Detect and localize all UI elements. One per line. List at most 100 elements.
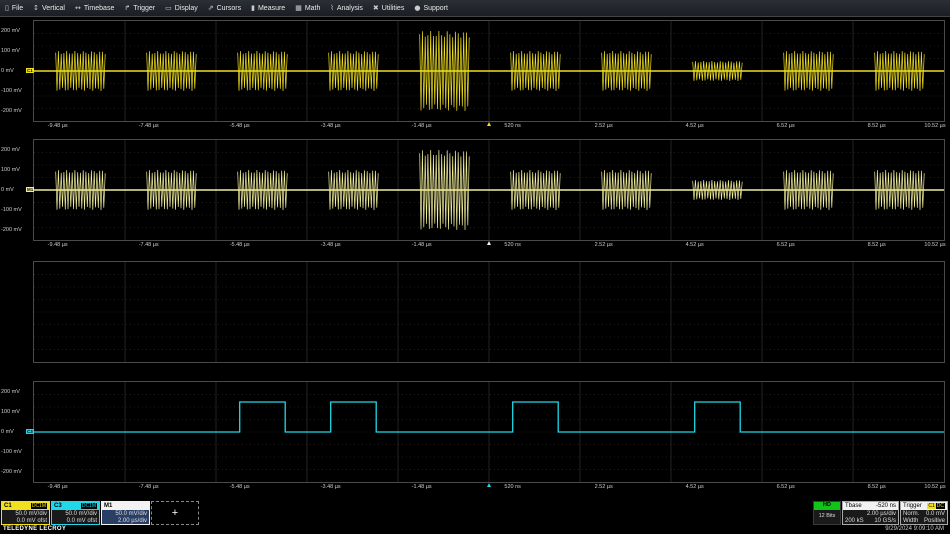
grid-empty[interactable] [33,261,945,363]
x-tick-label: 2.52 µs [594,484,613,490]
tbase-samples: 200 kS [845,517,864,524]
x-tick-label: -7.48 µs [138,242,159,248]
menu-analysis[interactable]: ⌇ Analysis [325,0,368,17]
y-tick-label: -200 mV [1,108,22,114]
menu-label: Vertical [42,4,65,12]
grid-c3[interactable] [33,381,945,483]
trigger-mode: Norm. [903,510,920,517]
menu-label: Analysis [336,4,363,12]
x-tick-label: 520 ns [504,484,521,490]
x-tick-label: -3.48 µs [320,123,341,129]
x-tick-label: 520 ns [504,123,521,129]
brand-logo-text: TELEDYNE LECROY [3,526,67,532]
c1-name: C1 [4,503,12,509]
trigger-level: 0.0 mV [925,510,945,517]
menu-label: Support [423,4,448,12]
c3-offset: 0.0 mV ofst [66,517,97,524]
menu-display[interactable]: ▭ Display [160,0,203,17]
trigger-label: Trigger [903,503,922,509]
menu-support[interactable]: ● Support [409,0,453,17]
x-tick-label: -5.48 µs [229,123,250,129]
x-tick-label: 8.52 µs [867,484,886,490]
y-tick-label: -200 mV [1,469,22,475]
descriptor-c3[interactable]: C3 DC1M 50.0 mV/div 0.0 mV ofst [51,501,100,525]
tbase-rate: 10 GS/s [874,517,896,524]
x-tick-label: -1.48 µs [411,242,432,248]
hd-bits: 12 Bits [818,513,836,519]
x-tick-label: -7.48 µs [138,484,159,490]
timebase-icon: ↔ [74,4,81,12]
menu-label: Timebase [83,4,115,12]
x-tick-label: 8.52 µs [867,123,886,129]
trigger-source: C1 [927,503,936,509]
y-tick-label: 100 mV [1,409,20,415]
x-tick-label: -1.48 µs [411,484,432,490]
x-tick-label: 10.52 µs [924,242,946,248]
trigger-position-marker[interactable] [486,241,491,245]
x-tick-label: -9.48 µs [47,123,68,129]
channel-ground-marker[interactable]: C1 [26,68,34,73]
x-tick-label: 2.52 µs [594,242,613,248]
x-tick-label: 4.52 µs [685,123,704,129]
c1-coupling: DC1M [30,503,47,509]
support-icon: ● [414,4,421,12]
descriptor-hd[interactable]: HD 12 Bits [813,501,841,525]
menu-vertical[interactable]: ↕ Vertical [28,0,70,17]
x-tick-label: 4.52 µs [685,484,704,490]
descriptor-trigger[interactable]: Trigger C1 DC Norm. 0.0 mV Width Positive [900,501,948,525]
x-tick-label: 6.52 µs [776,123,795,129]
x-tick-label: -9.48 µs [47,484,68,490]
x-tick-label: 10.52 µs [924,484,946,490]
y-tick-label: -100 mV [1,449,22,455]
math-icon: ▦ [295,4,302,12]
trigger-position-marker[interactable] [486,483,491,487]
menu-trigger[interactable]: ↱ Trigger [119,0,160,17]
m1-scale: 50.0 mV/div [115,510,147,517]
measure-icon: ▮ [251,4,255,12]
menu-label: Cursors [216,4,242,12]
y-tick-label: 0 mV [1,187,14,193]
descriptor-timebase[interactable]: Tbase -520 ns 2.00 µs/div 200 kS 10 GS/s [842,501,899,525]
menu-utilities[interactable]: ✖ Utilities [368,0,409,17]
trigger-position-marker[interactable] [486,122,491,126]
add-trace-label: + [171,507,179,519]
c1-offset: 0.0 mV ofst [16,517,47,524]
y-tick-label: 200 mV [1,147,20,153]
descriptor-m1[interactable]: M1 50.0 mV/div 2.00 µs/div [101,501,150,525]
c3-name: C3 [54,503,62,509]
grid-c1[interactable] [33,20,945,122]
x-tick-label: 6.52 µs [776,484,795,490]
menu-file[interactable]: ▯ File [0,0,28,17]
x-tick-label: -3.48 µs [320,484,341,490]
channel-ground-marker[interactable]: C3 [26,429,34,434]
add-trace-button[interactable]: + [151,501,199,525]
trigger-slope: Positive [923,517,945,524]
menu-label: Trigger [133,4,156,12]
vertical-icon: ↕ [33,4,40,12]
y-tick-label: -100 mV [1,88,22,94]
grid-m1[interactable] [33,139,945,241]
x-tick-label: 2.52 µs [594,123,613,129]
x-tick-label: -9.48 µs [47,242,68,248]
c1-scale: 50.0 mV/div [15,510,47,517]
channel-ground-marker[interactable]: M1 [26,187,35,192]
x-tick-label: 8.52 µs [867,242,886,248]
menu-measure[interactable]: ▮ Measure [246,0,290,17]
menu-label: Display [174,4,198,12]
menu-cursors[interactable]: ⇗ Cursors [203,0,246,17]
menu-bar: ▯ File ↕ Vertical ↔ Timebase ↱ Trigger ▭ Display ⇗… [0,0,950,17]
utilities-icon: ✖ [372,4,379,12]
menu-math[interactable]: ▦ Math [290,0,325,17]
descriptor-c1[interactable]: C1 DC1M 50.0 mV/div 0.0 mV ofst [1,501,50,525]
trigger-coupling: DC [935,503,945,509]
trigger-type: Width [903,517,919,524]
menu-timebase[interactable]: ↔ Timebase [70,0,119,17]
menu-label: Utilities [381,4,405,12]
x-tick-label: -5.48 µs [229,242,250,248]
date-time: 9/29/2024 9:09:10 AM [885,526,944,532]
y-tick-label: 200 mV [1,389,20,395]
tbase-label: Tbase [845,503,862,509]
y-tick-label: -100 mV [1,207,22,213]
analysis-icon: ⌇ [330,4,334,12]
x-tick-label: -7.48 µs [138,123,159,129]
